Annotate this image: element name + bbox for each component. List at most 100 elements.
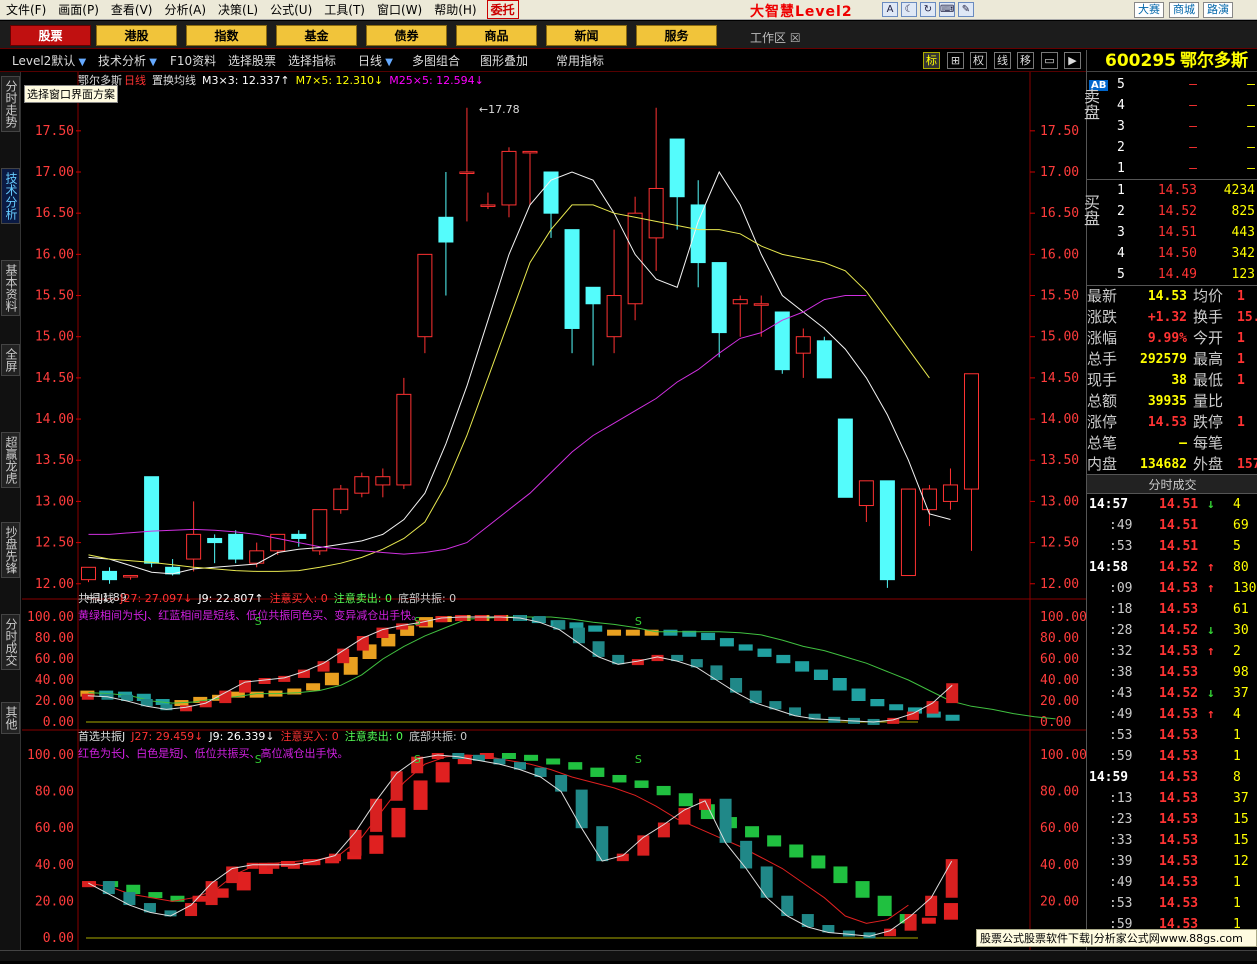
toolbar-item-5[interactable]: 日线 ▼ — [358, 52, 393, 70]
side-tab-4[interactable]: 超赢龙虎 — [1, 432, 20, 488]
sub2-j9-bar — [925, 895, 938, 917]
tab-6[interactable]: 新闻 — [546, 25, 627, 46]
trade-time: :33 — [1109, 833, 1133, 848]
candle-body — [354, 476, 370, 494]
side-tab-3[interactable]: 全屏 — [1, 344, 20, 376]
moon-icon[interactable]: ☾ — [901, 2, 917, 17]
checkbox-icon[interactable]: ☒ — [790, 31, 801, 45]
menu-item-7[interactable]: 窗口(W) — [371, 1, 428, 18]
view-icon-5[interactable]: ▭ — [1041, 52, 1058, 69]
stat-label: 最新 — [1087, 287, 1118, 305]
toolbar-item-3[interactable]: 选择股票 — [228, 52, 276, 70]
view-icon-2[interactable]: 权 — [970, 52, 987, 69]
sub2-j27-bar — [877, 895, 892, 917]
view-icon-4[interactable]: 移 — [1017, 52, 1034, 69]
buy-row: 3 14.51 443 — [1087, 222, 1257, 243]
candle-body — [963, 373, 979, 490]
menu-item-6[interactable]: 工具(T) — [318, 1, 371, 18]
candle-body — [732, 299, 748, 305]
tab-3[interactable]: 基金 — [276, 25, 357, 46]
sell-level: 3 — [1117, 119, 1125, 134]
toolbar-item-0[interactable]: Level2默认 ▼ — [12, 52, 86, 70]
stat-value: 134682 — [1140, 457, 1187, 472]
y-tick-right: 12.00 — [1040, 577, 1079, 592]
toolbar-item-1[interactable]: 技术分析 ▼ — [98, 52, 157, 70]
trade-row: :53 14.53 1 — [1087, 725, 1257, 746]
candle-body — [417, 253, 433, 338]
toolbar-item-8[interactable]: 常用指标 — [556, 52, 604, 70]
chart-area[interactable]: 17.50 17.50 17.00 17.00 16.50 16.50 16.00 16.00… — [22, 72, 1087, 963]
view-icon-3[interactable]: 线 — [994, 52, 1011, 69]
trade-price: 14.53 — [1159, 644, 1199, 659]
side-tab-7[interactable]: 其他 — [1, 702, 20, 734]
sub2-j27-bar — [524, 754, 539, 761]
sub1-j27-bar — [738, 644, 753, 651]
tab-1[interactable]: 港股 — [96, 25, 177, 46]
toolbar-item-4[interactable]: 选择指标 — [288, 52, 336, 70]
trade-time: :49 — [1109, 707, 1133, 722]
sub2-j27-bar — [236, 871, 251, 891]
right-link-2[interactable]: 路演 — [1203, 2, 1233, 18]
trade-price: 14.53 — [1159, 854, 1199, 869]
keyboard-icon[interactable]: ⌨ — [939, 2, 955, 17]
view-icon-0[interactable]: 标 — [923, 52, 940, 69]
menu-item-3[interactable]: 分析(A) — [158, 1, 212, 18]
menu-item-4[interactable]: 决策(L) — [212, 1, 264, 18]
stat-label2: 量比 — [1193, 392, 1224, 410]
menu-item-8[interactable]: 帮助(H) — [428, 1, 482, 18]
candle-body — [564, 229, 580, 329]
y-tick-right: 14.00 — [1040, 412, 1079, 427]
trade-direction-icon: ↓ — [1207, 497, 1215, 512]
sub1-label-1: J9: 22.807↑ — [197, 592, 263, 605]
sub1-label-4: 底部共振: 0 — [398, 591, 456, 605]
toolbar-item-2[interactable]: F10资料 — [170, 52, 216, 70]
wrench-icon[interactable]: ✎ — [958, 2, 974, 17]
sell-volume: – — [1247, 98, 1255, 113]
side-tab-2[interactable]: 基本资料 — [1, 260, 20, 316]
side-tab-0[interactable]: 分时走势 — [1, 76, 20, 132]
menu-item-order[interactable]: 委托 — [486, 0, 519, 19]
trade-row: :53 14.51 5 — [1087, 536, 1257, 557]
tab-4[interactable]: 债券 — [366, 25, 447, 46]
stat-row: 涨停 14.53 跌停 1 — [1087, 412, 1257, 433]
candle-body — [921, 488, 937, 511]
side-tab-1[interactable]: 技术分析 — [1, 168, 20, 224]
menu-item-2[interactable]: 查看(V) — [105, 1, 159, 18]
refresh-icon[interactable]: ↻ — [920, 2, 936, 17]
tab-7[interactable]: 服务 — [636, 25, 717, 46]
tab-5[interactable]: 商品 — [456, 25, 537, 46]
sub2-j27-bar — [833, 866, 848, 884]
right-link-0[interactable]: 大赛 — [1134, 2, 1164, 18]
view-icon-1[interactable]: ⊞ — [947, 52, 964, 69]
sell-level: 2 — [1117, 140, 1125, 155]
footer-ad[interactable]: 股票公式股票软件下载|分析家公式网www.88gs.com — [976, 929, 1257, 947]
sell-volume: – — [1247, 77, 1255, 92]
tab-2[interactable]: 指数 — [186, 25, 267, 46]
trade-price: 14.53 — [1159, 770, 1199, 785]
workzone-label[interactable]: 工作区 ☒ — [750, 29, 801, 46]
tab-0[interactable]: 股票 — [10, 25, 91, 46]
trade-row: :49 14.51 69 — [1087, 515, 1257, 536]
sub1-j27-bar — [719, 638, 734, 647]
toolbar-item-7[interactable]: 图形叠加 — [480, 52, 528, 70]
trade-volume: 80 — [1233, 560, 1249, 575]
sub2-j27-bar — [590, 767, 605, 777]
menu-item-0[interactable]: 文件(F) — [0, 1, 52, 18]
sub1-j27-bar — [287, 688, 302, 695]
trade-row: :53 14.53 1 — [1087, 893, 1257, 914]
font-icon[interactable]: A — [882, 2, 898, 17]
stat-value2: 1 — [1237, 415, 1245, 430]
menu-item-1[interactable]: 画面(P) — [52, 1, 105, 18]
candle-body — [858, 480, 874, 507]
toolbar-item-6[interactable]: 多图组合 — [412, 52, 460, 70]
sub1-j27-bar — [607, 629, 622, 636]
sub2-j27-bar — [435, 762, 450, 783]
stat-row: 涨跌 +1.32 换手 15. — [1087, 307, 1257, 328]
view-icon-6[interactable]: ▶ — [1064, 52, 1081, 69]
side-tab-5[interactable]: 抄盘先锋 — [1, 522, 20, 578]
trades-title[interactable]: 分时成交 — [1087, 474, 1257, 494]
side-tab-label: 全屏 — [4, 348, 18, 372]
side-tab-6[interactable]: 分时成交 — [1, 614, 20, 670]
right-link-1[interactable]: 商城 — [1169, 2, 1199, 18]
menu-item-5[interactable]: 公式(U) — [264, 1, 318, 18]
